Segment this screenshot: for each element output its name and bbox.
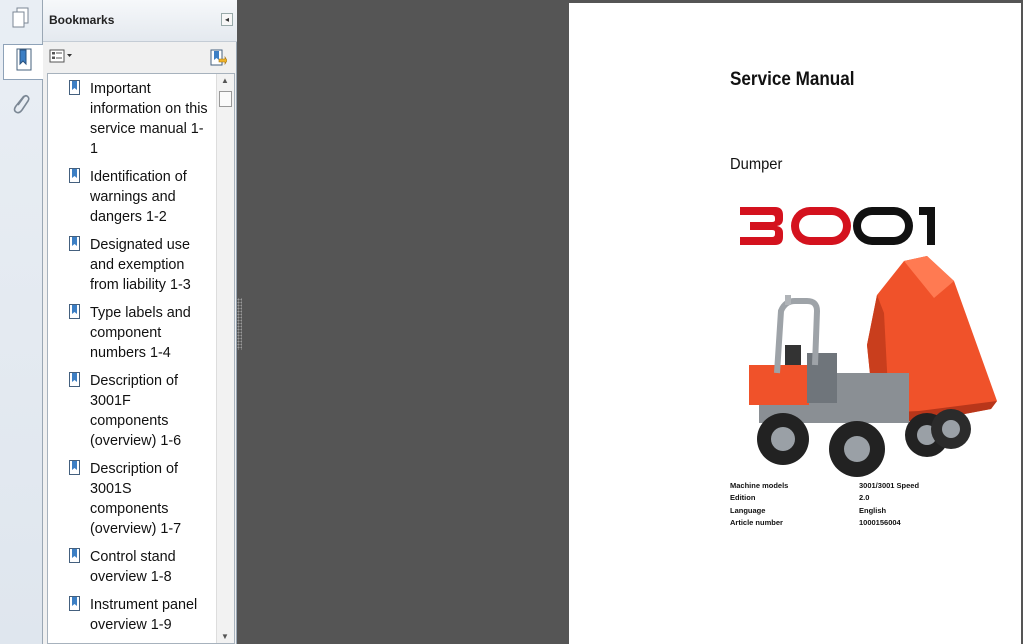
bookmarks-panel: Bookmarks ◂ Important information on thi… bbox=[43, 0, 237, 644]
bookmark-icon bbox=[69, 304, 81, 320]
model-logo-text: 3001 bbox=[735, 203, 738, 204]
spec-table: Machine models 3001/3001 Speed Edition 2.0 L… bbox=[730, 481, 930, 530]
spec-row: Language English bbox=[730, 506, 930, 518]
pages-button[interactable] bbox=[3, 2, 39, 38]
spec-row: Article number 1000156004 bbox=[730, 518, 930, 530]
bookmark-label: Important information on this service ma… bbox=[90, 81, 208, 157]
pages-icon bbox=[10, 6, 32, 35]
document-title: Service Manual bbox=[730, 69, 855, 90]
bookmark-icon bbox=[69, 596, 81, 612]
spec-label: Machine models bbox=[730, 481, 789, 490]
bookmark-icon bbox=[69, 168, 81, 184]
bookmark-label: Instrument panel overview 1-9 bbox=[90, 597, 198, 633]
bookmark-item[interactable]: Instrument panel overview 1-9 bbox=[48, 590, 216, 638]
bookmark-label: Type labels and component numbers 1-4 bbox=[90, 305, 191, 361]
bookmark-label: Designated use and exemption from liabil… bbox=[90, 237, 191, 293]
new-bookmark-icon bbox=[209, 49, 228, 71]
bookmark-item[interactable]: Control stand overview 1-8 bbox=[48, 542, 216, 590]
bookmark-label: Description of 3001S components (overvie… bbox=[90, 461, 182, 537]
pdf-page: Service Manual Dumper 3001 Machine model… bbox=[569, 3, 1021, 644]
bookmarks-icon bbox=[13, 47, 35, 78]
navigation-tool-strip bbox=[0, 0, 44, 644]
bookmark-item[interactable]: Front skip bbox=[48, 638, 216, 643]
bookmark-options-icon bbox=[49, 49, 75, 68]
spec-value: 1000156004 bbox=[859, 517, 901, 527]
bookmark-icon bbox=[69, 80, 81, 96]
scroll-up-icon[interactable]: ▲ bbox=[221, 76, 229, 85]
bookmark-item[interactable]: Description of 3001F components (overvie… bbox=[48, 366, 216, 454]
bookmark-icon bbox=[69, 460, 81, 476]
bookmark-item[interactable]: Identification of warnings and dangers 1… bbox=[48, 162, 216, 230]
spec-label: Edition bbox=[730, 493, 756, 503]
dumper-machine-image bbox=[729, 253, 1009, 483]
bookmark-item[interactable]: Description of 3001S components (overvie… bbox=[48, 454, 216, 542]
bookmark-icon bbox=[69, 236, 81, 252]
bookmark-list: Important information on this service ma… bbox=[48, 74, 216, 643]
spec-label: Article number bbox=[730, 517, 783, 527]
scroll-down-icon[interactable]: ▼ bbox=[221, 632, 229, 641]
spec-value: 2.0 bbox=[859, 493, 870, 503]
bookmark-item[interactable]: Type labels and component numbers 1-4 bbox=[48, 298, 216, 366]
bookmarks-tab-button[interactable] bbox=[3, 44, 44, 80]
bookmark-item[interactable]: Important information on this service ma… bbox=[48, 74, 216, 162]
bookmark-scrollbar[interactable]: ▲ ▼ bbox=[216, 74, 234, 643]
panel-toolbar bbox=[43, 43, 237, 71]
bookmark-icon bbox=[69, 372, 81, 388]
bookmark-list-box: Important information on this service ma… bbox=[47, 73, 235, 644]
scrollbar-thumb[interactable] bbox=[219, 91, 232, 107]
collapse-panel-button[interactable]: ◂ bbox=[221, 13, 233, 26]
bookmark-options-button[interactable] bbox=[49, 49, 77, 68]
bookmark-label: Identification of warnings and dangers 1… bbox=[90, 169, 187, 225]
attachments-icon bbox=[10, 92, 32, 121]
spec-row: Edition 2.0 bbox=[730, 493, 930, 505]
spec-value: 3001/3001 Speed bbox=[859, 481, 920, 490]
bookmark-label: Control stand overview 1-8 bbox=[90, 549, 176, 585]
spec-label: Language bbox=[730, 505, 766, 515]
document-subtitle: Dumper bbox=[730, 156, 783, 173]
bookmark-icon bbox=[69, 548, 81, 564]
panel-header: Bookmarks ◂ bbox=[43, 0, 237, 42]
spec-row: Machine models 3001/3001 Speed bbox=[730, 481, 930, 493]
new-bookmark-button[interactable] bbox=[209, 49, 228, 67]
spec-value: English bbox=[859, 505, 887, 515]
model-logo: 3001 bbox=[735, 203, 940, 254]
panel-title: Bookmarks bbox=[49, 13, 115, 27]
bookmark-label: Description of 3001F components (overvie… bbox=[90, 373, 182, 449]
bookmark-item[interactable]: Designated use and exemption from liabil… bbox=[48, 230, 216, 298]
attachments-button[interactable] bbox=[3, 88, 39, 124]
